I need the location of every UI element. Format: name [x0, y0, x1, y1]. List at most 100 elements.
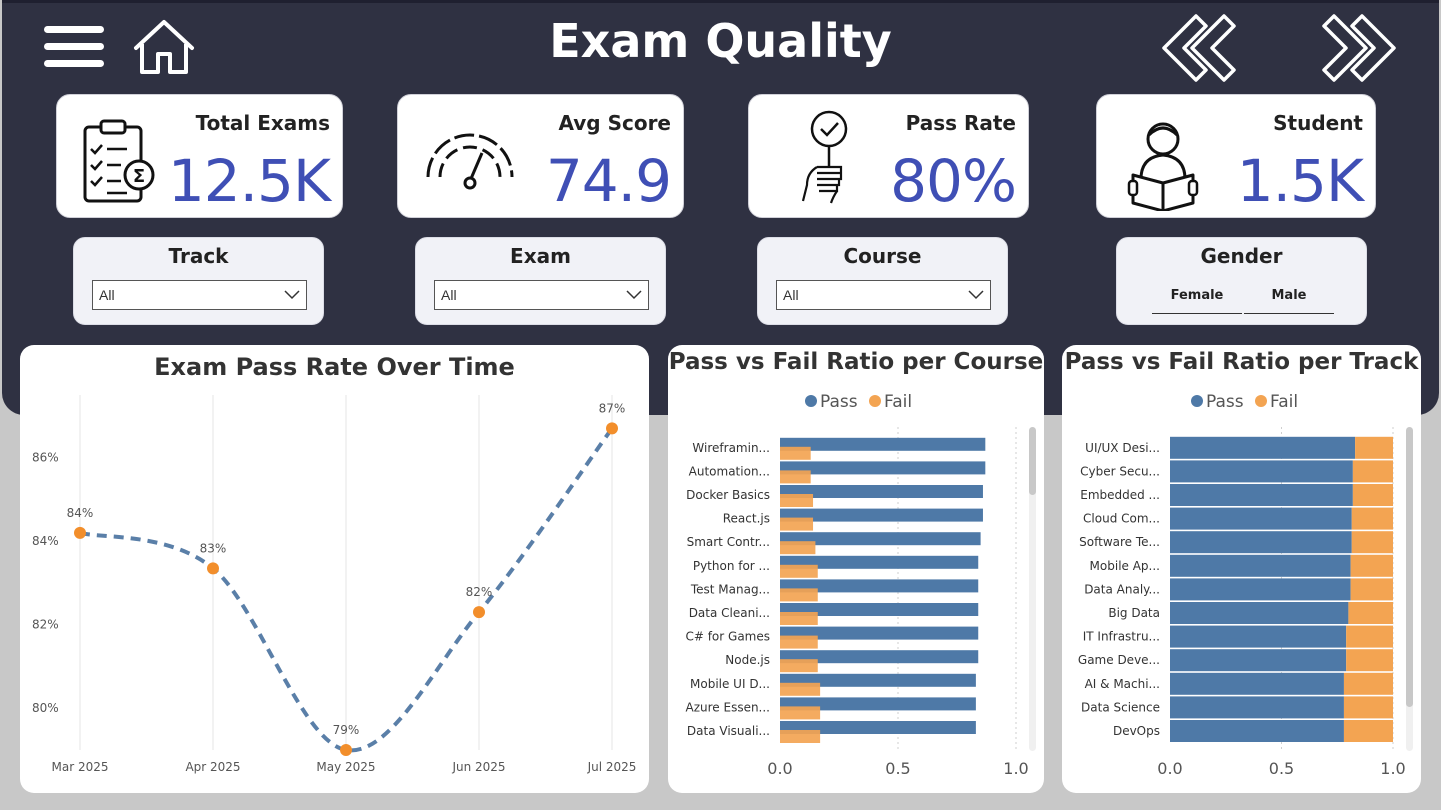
x-tick-label: 0.5	[885, 759, 910, 778]
kpi-value: 74.9	[545, 147, 672, 215]
x-tick-label: Apr 2025	[185, 760, 240, 774]
y-tick-label: AI & Machi...	[1085, 677, 1160, 691]
fail-bar	[1348, 602, 1393, 624]
y-tick-label: Automation...	[689, 464, 770, 478]
y-tick-label: Big Data	[1108, 606, 1160, 620]
scrollbar-thumb[interactable]	[1029, 427, 1036, 495]
x-tick-label: 0.0	[767, 759, 792, 778]
gender-slicer: Gender Female Male	[1116, 237, 1367, 325]
kpi-value: 1.5K	[1236, 147, 1364, 215]
track-ratio-card: Pass vs Fail Ratio per Track Pass Fail 0.0…	[1062, 345, 1421, 793]
fail-bar	[780, 706, 821, 720]
fail-bar	[1343, 696, 1393, 719]
y-tick-label: Test Manag...	[690, 582, 770, 596]
slicer-label: Track	[168, 244, 229, 268]
pass-bar	[780, 437, 986, 451]
x-tick-label: 0.0	[1157, 759, 1182, 778]
fail-bar	[780, 564, 818, 578]
y-tick-label: Mobile UI D...	[690, 677, 770, 691]
chevron-down-icon	[284, 290, 300, 300]
fail-bar	[1352, 460, 1393, 483]
data-label: 84%	[67, 506, 94, 520]
legend-fail-label: Fail	[884, 392, 912, 412]
y-tick-label: DevOps	[1113, 724, 1160, 738]
kpi-value: 80%	[890, 147, 1017, 215]
fail-bar	[780, 470, 811, 484]
x-tick-label: Mar 2025	[52, 760, 109, 774]
course-dropdown[interactable]: All	[776, 280, 991, 310]
line-chart: Mar 2025 Apr 2025 May 2025 Jun 2025 Jul 2025…	[32, 395, 637, 774]
kpi-label: Total Exams	[195, 111, 330, 135]
fail-bar	[780, 682, 821, 696]
y-tick-label: Azure Essen...	[686, 700, 771, 714]
course-slicer: Course All	[757, 237, 1008, 325]
y-tick-label: Cloud Com...	[1083, 512, 1160, 526]
track-dropdown[interactable]: All	[92, 280, 307, 310]
fail-bar	[1346, 649, 1393, 672]
y-tick-label: Python for ...	[693, 559, 770, 573]
scrollbar-thumb[interactable]	[1406, 427, 1413, 707]
y-tick-label: React.js	[723, 512, 770, 526]
pass-bar	[1170, 625, 1347, 648]
pass-bar	[1170, 672, 1344, 695]
forward-arrow-icon[interactable]	[1320, 12, 1400, 84]
pass-bar	[1170, 531, 1352, 554]
kpi-student: Student 1.5K	[1096, 94, 1376, 218]
y-tick-label: 86%	[32, 451, 59, 465]
pass-bar	[1170, 602, 1349, 624]
gender-female-button[interactable]: Female	[1152, 284, 1242, 314]
fail-bar	[780, 659, 818, 673]
legend-fail-marker	[1255, 395, 1267, 407]
x-tick-label: Jul 2025	[587, 760, 637, 774]
clipboard-sigma-icon: Σ	[83, 119, 155, 203]
pass-bar	[1170, 578, 1351, 601]
y-tick-label: C# for Games	[685, 630, 770, 644]
track-slicer: Track All	[73, 237, 324, 325]
data-point	[606, 422, 618, 435]
y-tick-label: Data Cleani...	[689, 606, 770, 620]
fail-bar	[1351, 507, 1393, 530]
pass-bar	[1170, 649, 1347, 672]
x-tick-label: May 2025	[316, 760, 375, 774]
y-tick-label: Embedded ...	[1080, 488, 1160, 502]
y-tick-label: Cyber Secu...	[1080, 464, 1160, 478]
fail-bar	[1343, 720, 1393, 742]
legend-pass-marker	[1191, 395, 1203, 407]
legend-fail-label: Fail	[1270, 392, 1298, 412]
y-tick-label: 82%	[32, 618, 59, 632]
fail-bar	[780, 635, 818, 649]
scrollbar-track[interactable]	[1029, 427, 1036, 751]
y-tick-label: IT Infrastru...	[1083, 630, 1160, 644]
legend-pass-label: Pass	[1206, 392, 1244, 412]
fail-bar	[1346, 625, 1393, 648]
pass-bar	[1170, 507, 1352, 530]
scrollbar-track[interactable]	[1406, 427, 1413, 751]
legend-fail-marker	[869, 395, 881, 407]
y-tick-label: 84%	[32, 534, 59, 548]
data-point	[74, 526, 86, 539]
y-tick-label: Data Visuali...	[687, 724, 770, 738]
x-tick-label: 1.0	[1003, 759, 1028, 778]
gender-male-button[interactable]: Male	[1244, 284, 1334, 314]
student-reading-icon	[1127, 122, 1199, 211]
kpi-total-exams: Σ Total Exams 12.5K	[56, 94, 343, 218]
pass-bar	[1170, 720, 1344, 742]
fail-bar	[1343, 672, 1393, 695]
dropdown-value: All	[441, 287, 457, 303]
y-tick-label: Data Science	[1081, 700, 1160, 714]
back-arrow-icon[interactable]	[1158, 12, 1238, 84]
pass-bar	[1170, 460, 1353, 483]
pass-bar	[1170, 436, 1356, 459]
y-tick-label: 80%	[32, 701, 59, 715]
fail-bar	[780, 494, 814, 507]
kpi-label: Avg Score	[558, 111, 671, 135]
y-tick-label: Docker Basics	[686, 488, 770, 502]
data-label: 87%	[599, 401, 626, 415]
kpi-value: 12.5K	[167, 147, 331, 215]
data-point	[207, 562, 219, 575]
exam-dropdown[interactable]: All	[434, 280, 649, 310]
slicer-label: Gender	[1200, 244, 1283, 268]
kpi-label: Pass Rate	[905, 111, 1016, 135]
pass-bar	[1170, 554, 1351, 577]
pass-rate-line-card: Exam Pass Rate Over Time Mar 2025 Apr 202…	[20, 345, 649, 793]
